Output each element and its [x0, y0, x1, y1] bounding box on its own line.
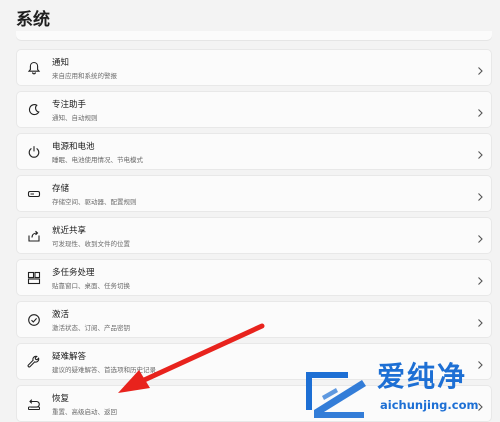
wrench-icon [27, 355, 41, 369]
page-title: 系统 [16, 10, 50, 30]
settings-item-multitasking[interactable]: 多任务处理贴靠窗口、桌面、任务切换 [16, 259, 492, 296]
settings-item-title: 电源和电池 [52, 142, 95, 152]
storage-drive-icon [27, 187, 41, 201]
watermark-title: 爱纯净 [377, 360, 468, 393]
settings-item-title: 存储 [52, 184, 70, 194]
recovery-icon [27, 397, 41, 411]
settings-item-subtitle: 睡眠、电池使用情况、节电模式 [52, 156, 143, 164]
settings-item-subtitle: 可发现性、收到文件的位置 [52, 240, 130, 248]
power-icon [27, 145, 41, 159]
chevron-right-icon [475, 314, 485, 327]
settings-item-subtitle: 贴靠窗口、桌面、任务切换 [52, 282, 130, 290]
settings-item-title: 多任务处理 [52, 268, 95, 278]
settings-item-subtitle: 通知、自动规则 [52, 114, 98, 122]
chevron-right-icon [475, 272, 485, 285]
chevron-right-icon [475, 230, 485, 243]
chevron-right-icon [475, 356, 485, 369]
share-icon [27, 229, 41, 243]
moon-icon [27, 103, 41, 117]
bell-icon [27, 61, 41, 75]
settings-item-power[interactable]: 电源和电池睡眠、电池使用情况、节电模式 [16, 133, 492, 170]
settings-item-subtitle: 来自应用和系统的警报 [52, 72, 117, 80]
previous-item-edge [16, 31, 492, 40]
settings-item-focus[interactable]: 专注助手通知、自动规则 [16, 91, 492, 128]
settings-item-title: 专注助手 [52, 100, 87, 110]
settings-item-subtitle: 重置、高级启动、返回 [52, 408, 117, 416]
chevron-right-icon [475, 188, 485, 201]
settings-item-title: 疑难解答 [52, 352, 87, 362]
chevron-right-icon [475, 104, 485, 117]
settings-item-notifications[interactable]: 通知来自应用和系统的警报 [16, 49, 492, 86]
chevron-right-icon [475, 62, 485, 75]
settings-item-title: 激活 [52, 310, 70, 320]
settings-item-storage[interactable]: 存储存储空间、驱动器、配置规则 [16, 175, 492, 212]
settings-item-activation[interactable]: 激活激活状态、订阅、产品密钥 [16, 301, 492, 338]
settings-item-title: 恢复 [52, 394, 70, 404]
settings-item-title: 就近共享 [52, 226, 87, 236]
check-circle-icon [27, 313, 41, 327]
chevron-right-icon [475, 146, 485, 159]
settings-item-subtitle: 存储空间、驱动器、配置规则 [52, 198, 137, 206]
settings-item-nearby-sharing[interactable]: 就近共享可发现性、收到文件的位置 [16, 217, 492, 254]
settings-item-subtitle: 建议的疑难解答、首选项和历史记录 [52, 366, 156, 374]
multitask-windows-icon [27, 271, 41, 285]
watermark-logo [306, 372, 366, 418]
watermark-url: aichunjing.com [380, 398, 479, 412]
settings-item-subtitle: 激活状态、订阅、产品密钥 [52, 324, 130, 332]
settings-item-title: 通知 [52, 58, 70, 68]
